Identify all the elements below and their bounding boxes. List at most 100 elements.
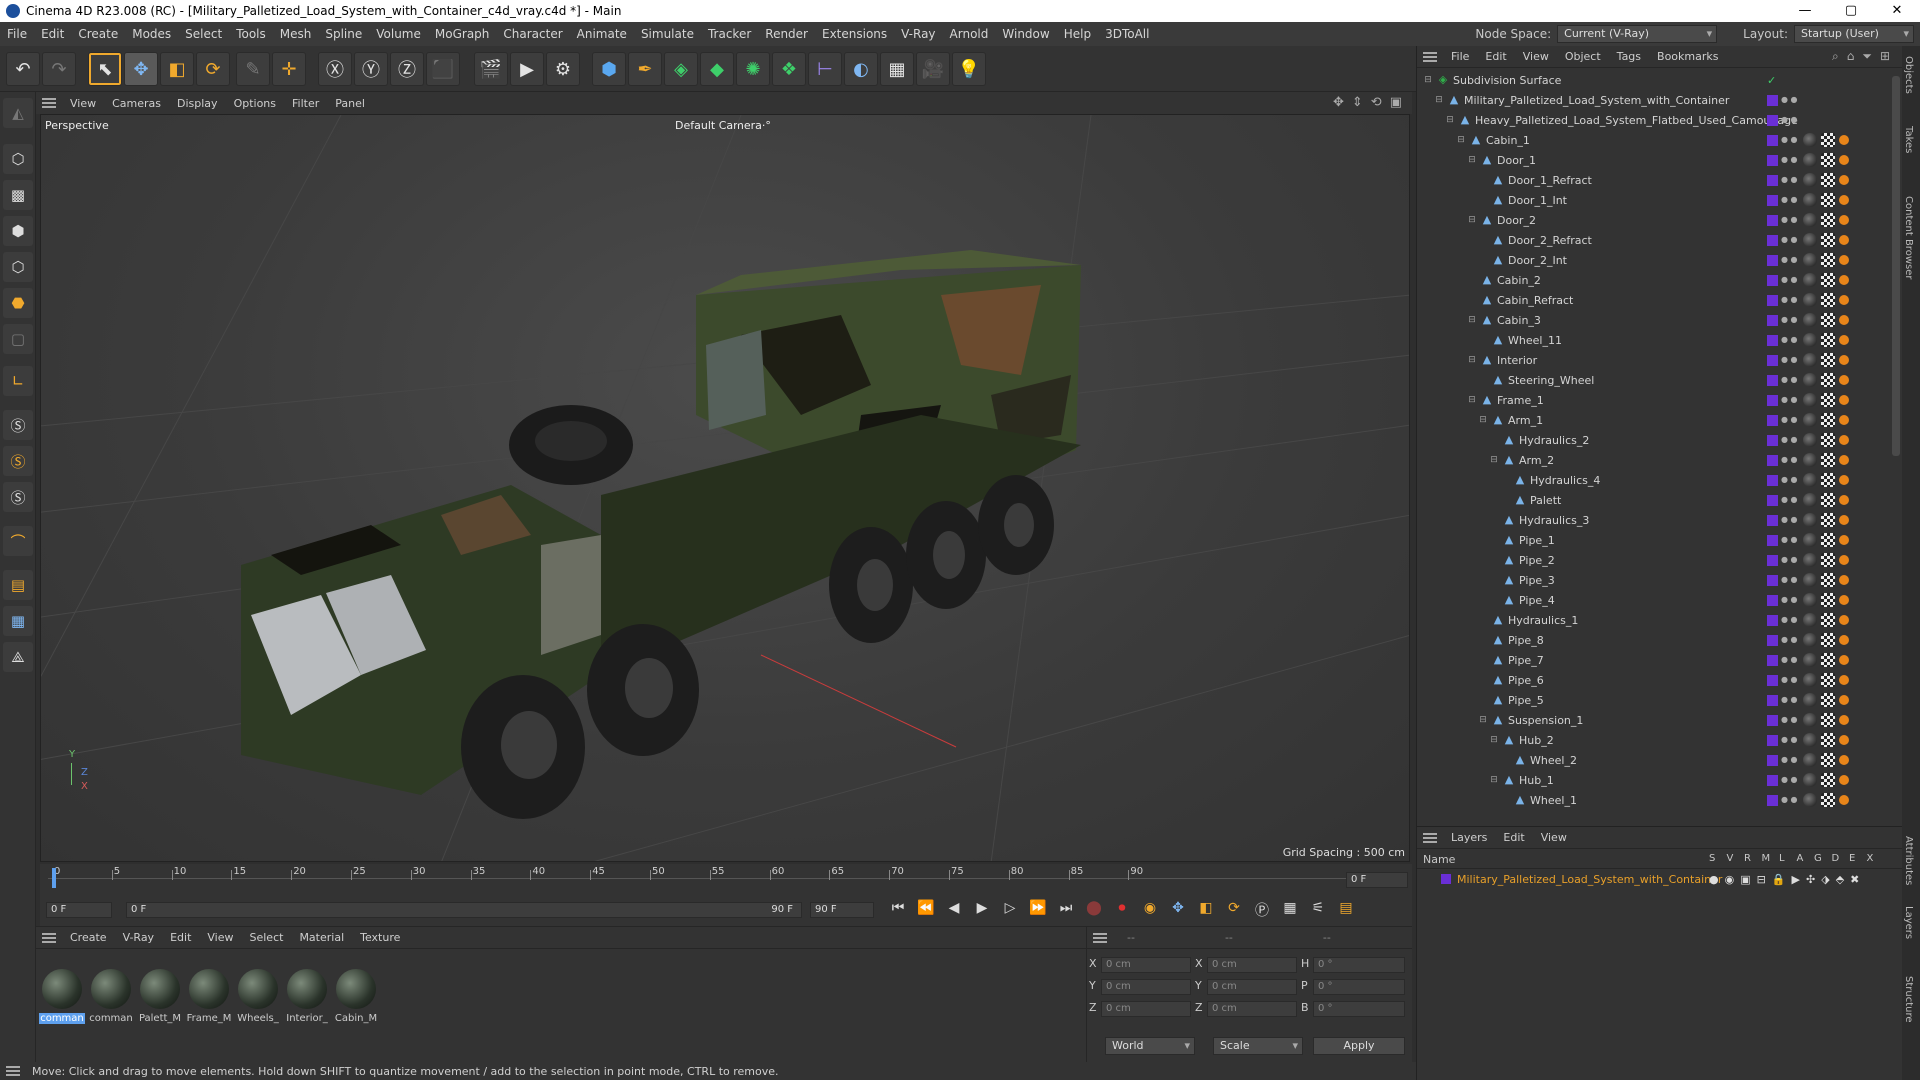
menu-select[interactable]: Select: [178, 27, 229, 41]
render-view-icon[interactable]: 🎬: [474, 52, 508, 86]
render-settings-icon[interactable]: ⚙: [546, 52, 580, 86]
layer-swatch[interactable]: [1767, 494, 1778, 506]
key-pla-icon[interactable]: ▦: [1278, 900, 1302, 920]
coord-size-field[interactable]: 0 cm: [1207, 957, 1297, 973]
maximize-button[interactable]: ▢: [1828, 0, 1874, 22]
uvw-tag-icon[interactable]: [1821, 633, 1835, 647]
layer-swatch[interactable]: [1767, 794, 1778, 806]
uvw-tag-icon[interactable]: [1821, 613, 1835, 627]
layer-swatch[interactable]: [1767, 414, 1778, 426]
key-rotation-icon[interactable]: ⟳: [1222, 900, 1246, 920]
menu-v-ray[interactable]: V-Ray: [894, 27, 942, 41]
expand-toggle-icon[interactable]: ⊟: [1489, 735, 1499, 745]
uvw-tag-icon[interactable]: [1821, 393, 1835, 407]
recent-tools-icon[interactable]: ✎: [236, 52, 270, 86]
uvw-tag-icon[interactable]: [1821, 513, 1835, 527]
locked-workplane-icon[interactable]: ⟁: [3, 642, 33, 672]
home-icon[interactable]: ⌂: [1847, 49, 1855, 64]
material-menu-v-ray[interactable]: V-Ray: [115, 931, 163, 944]
object-tree-row[interactable]: ▲ Hydraulics_2 ● ●: [1417, 430, 1887, 450]
material-menu-texture[interactable]: Texture: [352, 931, 408, 944]
menu-arnold[interactable]: Arnold: [943, 27, 996, 41]
visibility-dots-icon[interactable]: ● ●: [1781, 376, 1798, 384]
play-icon[interactable]: ▶: [970, 900, 994, 920]
object-tree-row[interactable]: ▲ Wheel_2 ● ●: [1417, 750, 1887, 770]
next-frame-icon[interactable]: ▷: [998, 900, 1022, 920]
transform-icon[interactable]: ✛: [272, 52, 306, 86]
uvw-tag-icon[interactable]: [1821, 453, 1835, 467]
lock-icon[interactable]: 🔒: [1772, 873, 1786, 886]
visibility-dots-icon[interactable]: ● ●: [1781, 336, 1798, 344]
phong-tag-icon[interactable]: [1803, 273, 1817, 287]
side-tab-content-browser[interactable]: Content Browser: [1903, 196, 1914, 279]
layer-flag-header[interactable]: L: [1779, 853, 1785, 864]
object-tree-row[interactable]: ⊟ ▲ Arm_1 ● ●: [1417, 410, 1887, 430]
uvw-tag-icon[interactable]: [1821, 313, 1835, 327]
record-disabled-icon[interactable]: ⬤: [1082, 900, 1106, 920]
coord-pos-field[interactable]: 0 cm: [1101, 979, 1191, 995]
object-tree-row[interactable]: ▲ Cabin_2 ● ●: [1417, 270, 1887, 290]
layer-flag-header[interactable]: M: [1762, 853, 1771, 864]
menu-create[interactable]: Create: [71, 27, 125, 41]
render-picture-viewer-icon[interactable]: ▶: [510, 52, 544, 86]
layer-swatch[interactable]: [1767, 134, 1778, 146]
camera-icon[interactable]: 🎥: [916, 52, 950, 86]
uvw-tag-icon[interactable]: [1821, 593, 1835, 607]
material-tag-icon[interactable]: [1839, 175, 1849, 185]
visibility-dots-icon[interactable]: ● ●: [1781, 496, 1798, 504]
uvw-tag-icon[interactable]: [1821, 193, 1835, 207]
motion-mode-icon[interactable]: ▤: [1334, 900, 1358, 920]
layer-swatch[interactable]: [1767, 254, 1778, 266]
uvw-tag-icon[interactable]: [1821, 693, 1835, 707]
layer-row[interactable]: Military_Palletized_Load_System_with_Con…: [1417, 869, 1902, 889]
material-tag-icon[interactable]: [1839, 415, 1849, 425]
menu-mograph[interactable]: MoGraph: [428, 27, 497, 41]
material-tag-icon[interactable]: [1839, 135, 1849, 145]
uvw-tag-icon[interactable]: [1821, 153, 1835, 167]
menu-extensions[interactable]: Extensions: [815, 27, 894, 41]
visibility-dots-icon[interactable]: ● ●: [1781, 216, 1798, 224]
object-menu-edit[interactable]: Edit: [1477, 50, 1514, 63]
expand-toggle-icon[interactable]: ⊟: [1434, 95, 1444, 105]
visibility-dots-icon[interactable]: ● ●: [1781, 276, 1798, 284]
object-tree-row[interactable]: ⊟ ▲ Door_2 ● ●: [1417, 210, 1887, 230]
expand-toggle-icon[interactable]: ⊟: [1445, 115, 1455, 125]
object-tree-row[interactable]: ▲ Hydraulics_4 ● ●: [1417, 470, 1887, 490]
visibility-dots-icon[interactable]: ● ●: [1781, 716, 1798, 724]
phong-tag-icon[interactable]: [1803, 733, 1817, 747]
key-position-icon[interactable]: ✥: [1166, 900, 1190, 920]
visibility-dots-icon[interactable]: ● ●: [1781, 536, 1798, 544]
expand-toggle-icon[interactable]: ⊟: [1467, 155, 1477, 165]
timeline-ruler[interactable]: 0 5 10 15 20 25 30 35 40 45 50 55 60 65 70 75 80 85 90 0 F: [40, 864, 1412, 898]
spline-pen-icon[interactable]: ✒: [628, 52, 662, 86]
layer-swatch[interactable]: [1767, 314, 1778, 326]
polygons-mode-icon[interactable]: ⬣: [3, 288, 33, 318]
material-label[interactable]: Wheels_: [235, 1013, 281, 1024]
layer-flag-header[interactable]: E: [1849, 853, 1855, 864]
phong-tag-icon[interactable]: [1803, 353, 1817, 367]
visibility-dots-icon[interactable]: ● ●: [1781, 456, 1798, 464]
layer-swatch[interactable]: [1767, 514, 1778, 526]
object-tree-row[interactable]: ⊟ ▲ Frame_1 ● ●: [1417, 390, 1887, 410]
workplane-grid-icon[interactable]: ▦: [3, 606, 33, 636]
phong-tag-icon[interactable]: [1803, 633, 1817, 647]
visibility-dots-icon[interactable]: ● ●: [1781, 516, 1798, 524]
layer-swatch[interactable]: [1767, 574, 1778, 586]
phong-tag-icon[interactable]: [1803, 513, 1817, 527]
object-tree-row[interactable]: ⊟ ▲ Cabin_1 ● ●: [1417, 130, 1887, 150]
visibility-dots-icon[interactable]: ● ●: [1781, 756, 1798, 764]
viewport-menu-display[interactable]: Display: [169, 97, 226, 110]
deformer-icon[interactable]: ⊢: [808, 52, 842, 86]
mograph-icon[interactable]: ❖: [772, 52, 806, 86]
layer-swatch[interactable]: [1767, 94, 1778, 106]
material-tag-icon[interactable]: [1839, 535, 1849, 545]
material-tag-icon[interactable]: [1839, 555, 1849, 565]
material-preview[interactable]: [238, 969, 278, 1009]
material-tag-icon[interactable]: [1839, 235, 1849, 245]
material-tag-icon[interactable]: [1839, 695, 1849, 705]
object-tree-row[interactable]: ⊟ ▲ Interior ● ●: [1417, 350, 1887, 370]
magnet-icon[interactable]: ⌒: [3, 526, 33, 556]
x-axis-lock-icon[interactable]: Ⓧ: [318, 52, 352, 86]
scale-icon[interactable]: ◧: [160, 52, 194, 86]
object-menu-object[interactable]: Object: [1557, 50, 1609, 63]
